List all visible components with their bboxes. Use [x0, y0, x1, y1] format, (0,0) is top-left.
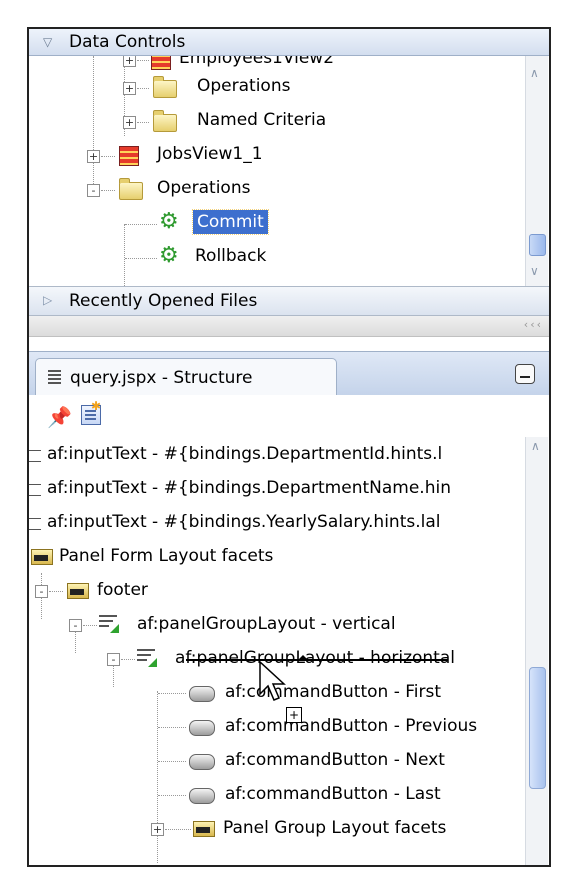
horizontal-scrollbar[interactable]: ‹‹‹ [29, 316, 549, 337]
structure-row-label: footer [97, 580, 148, 600]
tree-item-label: Operations [197, 76, 291, 96]
structure-toolbar: 📌 ✱ [29, 395, 549, 435]
structure-row-label: Panel Group Layout facets [223, 818, 447, 838]
data-controls-header[interactable]: ▽ Data Controls [29, 29, 549, 56]
ide-panel: ▽ Data Controls + Employees1View2 + Oper… [27, 27, 551, 867]
tree-item-named-criteria[interactable]: + Named Criteria [29, 106, 525, 136]
expand-icon[interactable]: + [123, 116, 136, 129]
structure-row-label: Panel Form Layout facets [59, 546, 274, 566]
tree-item-label: Rollback [195, 246, 267, 266]
structure-row[interactable]: Panel Form Layout facets [29, 539, 525, 573]
scroll-left-icon[interactable]: ‹‹‹ [524, 318, 543, 331]
expand-icon[interactable]: + [123, 56, 136, 67]
structure-scrollbar[interactable]: ∧ [525, 437, 548, 865]
recently-opened-files-header[interactable]: ▷ Recently Opened Files [29, 286, 549, 316]
tab-structure[interactable]: query.jspx - Structure [35, 358, 337, 397]
command-button-icon [189, 686, 215, 702]
tree-item-commit[interactable]: ⚙ Commit [29, 208, 525, 238]
tree-item-operations-expanded[interactable]: - Operations [29, 174, 525, 204]
expand-icon[interactable]: + [87, 150, 100, 163]
folder-icon [119, 178, 143, 200]
folder-icon [153, 76, 177, 98]
collapse-triangle-icon[interactable]: ▽ [43, 35, 52, 49]
structure-row[interactable]: + Panel Group Layout facets [29, 811, 525, 845]
command-button-icon [189, 754, 215, 770]
structure-row-label: af:inputText - #{bindings.DepartmentId.h… [47, 444, 443, 464]
folder-icon [153, 110, 177, 132]
structure-icon [44, 369, 62, 385]
view-object-icon [151, 56, 171, 70]
command-button-icon [189, 788, 215, 804]
tree-item-operations[interactable]: + Operations [29, 72, 525, 102]
structure-row[interactable]: - af:panelGroupLayout - vertical [29, 607, 525, 641]
structure-row[interactable]: af:commandButton - Previous [29, 709, 525, 743]
expand-icon[interactable]: + [151, 823, 164, 836]
data-controls-scrollbar[interactable]: ∧ ∨ [525, 56, 548, 314]
structure-row[interactable]: af:inputText - #{bindings.YearlySalary.h… [29, 505, 525, 539]
structure-row-label: af:commandButton - Last [225, 784, 441, 804]
operation-gear-icon: ⚙ [159, 243, 179, 268]
structure-row[interactable]: af:inputText - #{bindings.DepartmentName… [29, 471, 525, 505]
scroll-up-icon[interactable]: ∧ [531, 439, 540, 453]
tree-item-label: JobsView1_1 [157, 144, 263, 164]
data-controls-title: Data Controls [69, 32, 186, 52]
structure-row[interactable]: af:inputText - #{bindings.DepartmentId.h… [29, 437, 525, 471]
collapse-icon[interactable]: - [35, 585, 48, 598]
structure-row-label: af:commandButton - Previous [225, 716, 478, 736]
scrollbar-thumb[interactable] [529, 667, 546, 789]
minimize-button[interactable] [515, 364, 535, 384]
drag-copy-icon: + [286, 707, 302, 723]
input-text-icon [29, 450, 41, 462]
tree-item-label: Employees1View2 [179, 56, 335, 68]
panel-group-layout-icon [99, 615, 119, 633]
expand-triangle-icon[interactable]: ▷ [43, 293, 52, 307]
structure-row[interactable]: af:commandButton - Next [29, 743, 525, 777]
collapse-icon[interactable]: - [69, 619, 82, 632]
structure-row-label: af:inputText - #{bindings.YearlySalary.h… [47, 512, 441, 532]
tree-item-label: Operations [157, 178, 251, 198]
collapse-icon[interactable]: - [87, 184, 100, 197]
facets-icon [31, 549, 53, 565]
scroll-down-icon[interactable]: ∨ [530, 264, 539, 278]
tab-structure-label: query.jspx - Structure [70, 368, 253, 388]
structure-tab-bar: query.jspx - Structure [29, 351, 549, 397]
scroll-up-icon[interactable]: ∧ [530, 66, 539, 80]
structure-row-label: af:inputText - #{bindings.DepartmentName… [47, 478, 451, 498]
pin-icon[interactable]: 📌 [47, 405, 72, 429]
tree-item-jobsview1-1[interactable]: + JobsView1_1 [29, 140, 525, 170]
sparkle-icon: ✱ [91, 399, 102, 413]
drop-insertion-line [186, 655, 448, 661]
structure-row[interactable]: af:commandButton - Last [29, 777, 525, 811]
scrollbar-thumb[interactable] [529, 234, 546, 256]
facet-folder-icon [67, 583, 89, 599]
tree-item-label: Named Criteria [197, 110, 327, 130]
expand-icon[interactable]: + [123, 82, 136, 95]
structure-row-label: af:commandButton - Next [225, 750, 445, 770]
tree-item-rollback[interactable]: ⚙ Rollback [29, 242, 525, 272]
structure-row-label: af:panelGroupLayout - vertical [137, 614, 396, 634]
input-text-icon [29, 518, 41, 530]
structure-tree: af:inputText - #{bindings.DepartmentId.h… [29, 437, 525, 865]
collapse-icon[interactable]: - [107, 653, 120, 666]
view-object-icon [119, 146, 139, 166]
structure-row-footer[interactable]: - footer [29, 573, 525, 607]
structure-row-label: af:panelGroupLayout - horizontal [175, 648, 455, 668]
data-controls-tree: + Employees1View2 + Operations + Named C… [29, 56, 525, 314]
tree-item-label-selected: Commit [192, 209, 269, 235]
facets-icon [193, 821, 215, 837]
command-button-icon [189, 720, 215, 736]
operation-gear-icon: ⚙ [159, 209, 179, 234]
input-text-icon [29, 484, 41, 496]
panel-group-layout-icon [137, 649, 157, 667]
recently-opened-files-title: Recently Opened Files [69, 291, 258, 311]
